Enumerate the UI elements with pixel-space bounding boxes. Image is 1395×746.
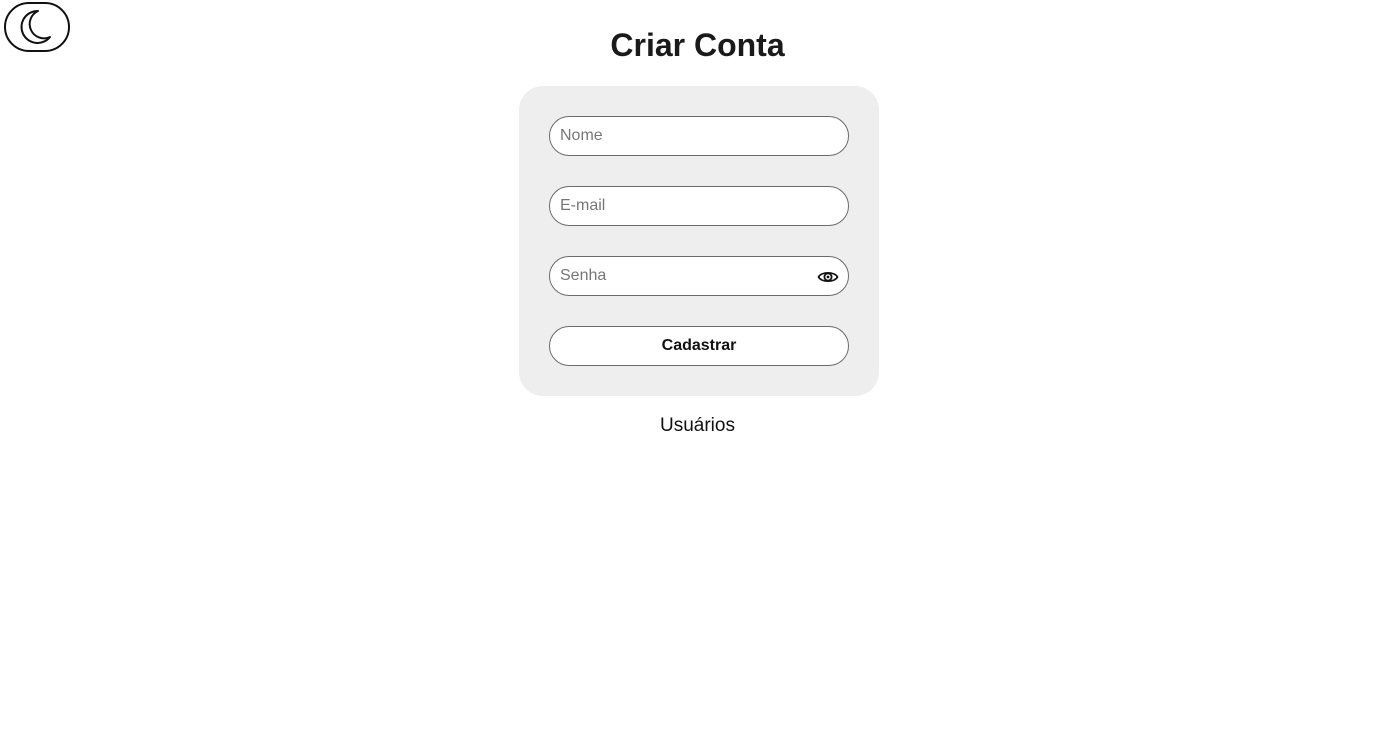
email-input[interactable] (550, 187, 848, 225)
signup-form-card: Cadastrar (519, 86, 879, 396)
password-input[interactable] (550, 257, 848, 295)
email-field (549, 186, 849, 226)
name-input[interactable] (550, 117, 848, 155)
show-password-button[interactable] (816, 265, 840, 289)
page-title: Criar Conta (610, 27, 785, 63)
users-link[interactable]: Usuários (0, 415, 1395, 437)
eye-icon (817, 271, 839, 283)
name-field (549, 116, 849, 156)
signup-page: Criar Conta Cadastrar Usuários (0, 0, 1395, 746)
submit-button[interactable]: Cadastrar (549, 326, 849, 366)
password-field (549, 256, 849, 296)
